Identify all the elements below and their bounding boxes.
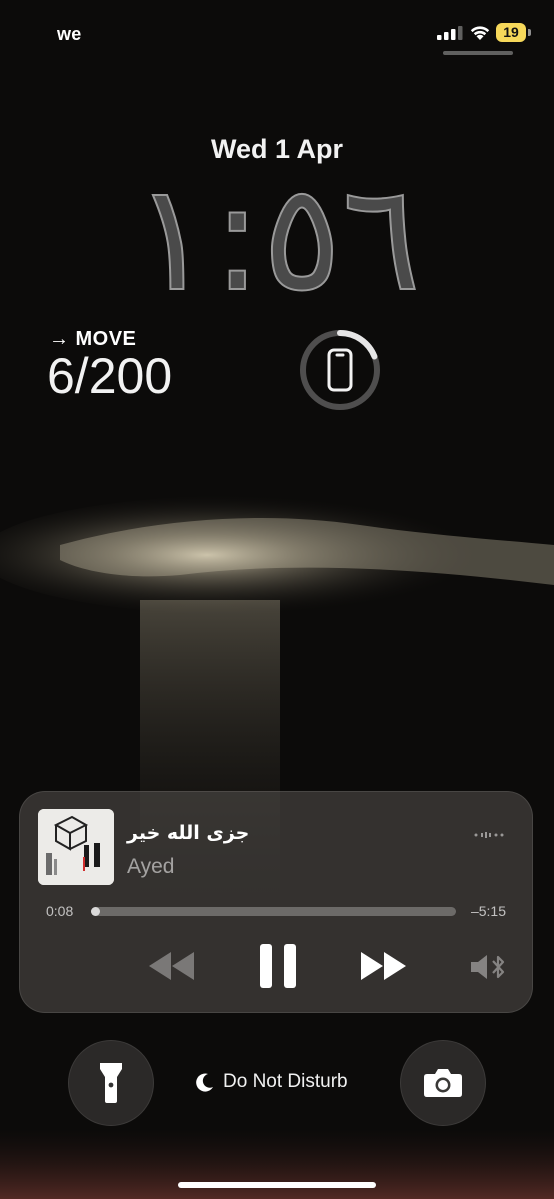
move-widget-value[interactable]: 6/200 <box>47 347 172 405</box>
wifi-icon <box>470 26 490 40</box>
elapsed-time: 0:08 <box>46 903 74 919</box>
remaining-time: –5:15 <box>470 903 506 919</box>
album-artwork[interactable] <box>38 809 114 885</box>
bluetooth-speaker-icon[interactable] <box>469 952 509 982</box>
camera-button[interactable] <box>400 1040 486 1126</box>
focus-status[interactable]: Do Not Disturb <box>195 1071 348 1093</box>
track-artist: Ayed <box>127 855 175 878</box>
rewind-icon[interactable] <box>147 949 197 983</box>
moon-icon <box>196 1073 213 1092</box>
camera-icon <box>424 1069 462 1097</box>
signal-icon <box>437 26 463 40</box>
battery-cap <box>528 29 531 36</box>
flashlight-icon <box>100 1063 122 1103</box>
flashlight-button[interactable] <box>68 1040 154 1126</box>
playback-progress-fill <box>91 907 101 916</box>
fast-forward-icon[interactable] <box>358 949 408 983</box>
battery-icon: 19 <box>496 23 526 42</box>
track-title: جزى الله خير <box>127 822 250 844</box>
home-indicator[interactable] <box>178 1182 376 1188</box>
airplay-icon[interactable] <box>473 832 505 838</box>
focus-label: Do Not Disturb <box>223 1071 348 1092</box>
lock-clock: ١:٥٦ <box>132 152 422 324</box>
pause-icon[interactable] <box>258 942 298 990</box>
carrier-name: we <box>57 24 82 44</box>
battery-widget[interactable] <box>298 328 382 412</box>
now-playing-card[interactable]: جزى الله خير Ayed 0:08 –5:15 <box>19 791 533 1013</box>
control-center-handle[interactable] <box>443 51 513 55</box>
phone-icon <box>327 348 353 392</box>
playback-scrubber[interactable] <box>91 907 456 916</box>
